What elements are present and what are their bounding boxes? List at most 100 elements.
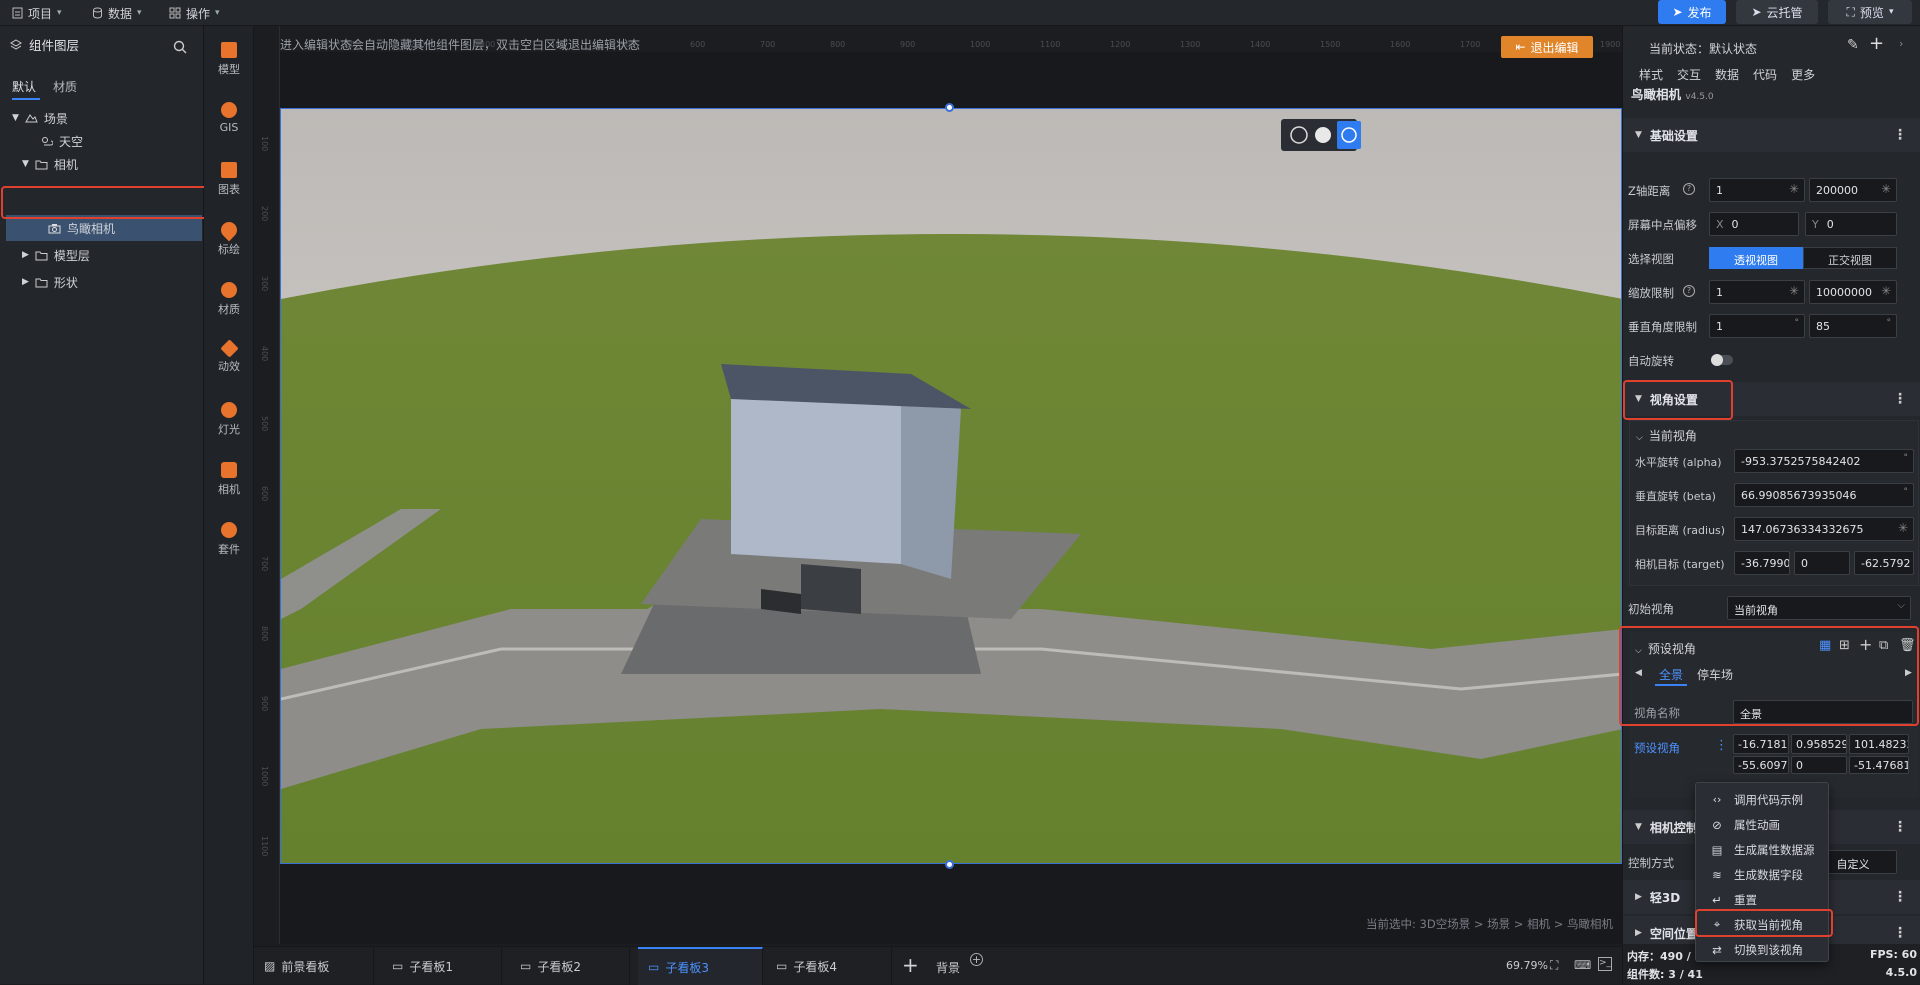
tab-subboard-4[interactable]: ▭ 子看板4: [766, 947, 892, 985]
preset-input-3[interactable]: -55.6097: [1733, 756, 1789, 774]
beta-input[interactable]: 66.99085673935046 °: [1734, 483, 1914, 507]
tool-gis[interactable]: GIS: [204, 102, 254, 134]
tree-item-shape[interactable]: ▶ 形状: [22, 269, 78, 295]
tool-effect[interactable]: 动效: [204, 339, 254, 374]
tree-item-birdseye-camera[interactable]: 鸟瞰相机: [48, 215, 115, 241]
tool-camera[interactable]: 相机: [204, 462, 254, 497]
tab-more[interactable]: 更多: [1791, 66, 1815, 83]
target-z-input[interactable]: -62.5792: [1854, 551, 1914, 575]
vangle-max-input[interactable]: 85 °: [1809, 314, 1897, 338]
menu-item-gen-datasource[interactable]: ▤ 生成属性数据源: [1696, 837, 1830, 862]
z-min-input[interactable]: 1 ✳: [1709, 178, 1805, 202]
tab-style[interactable]: 样式: [1639, 66, 1663, 83]
alpha-input[interactable]: -953.3752575842402 °: [1734, 449, 1914, 473]
help-icon[interactable]: ?: [1683, 183, 1695, 195]
publish-button[interactable]: ➤ 发布: [1658, 0, 1726, 24]
tab-data[interactable]: 数据: [1715, 66, 1739, 83]
solid-sphere-icon[interactable]: [1315, 127, 1331, 143]
preset-view-header[interactable]: ⌵ 预设视角: [1635, 640, 1696, 657]
add-board-button[interactable]: +: [902, 953, 919, 977]
preset-input-2[interactable]: 101.48233: [1849, 734, 1909, 754]
more-icon[interactable]: ⋮: [1893, 925, 1907, 941]
background-tab[interactable]: 背景: [936, 959, 960, 976]
menu-item-attr-animation[interactable]: ⊘ 属性动画: [1696, 812, 1830, 837]
tool-light[interactable]: 灯光: [204, 402, 254, 437]
initial-view-select[interactable]: 当前视角 ⌵: [1727, 596, 1911, 620]
preset-input-1[interactable]: 0.958529: [1791, 734, 1847, 754]
menu-operate[interactable]: 操作 ▾: [169, 0, 220, 26]
menu-project[interactable]: 项目 ▾: [12, 0, 62, 26]
scroll-left-icon[interactable]: ◀: [1635, 668, 1642, 678]
tool-kit[interactable]: 套件: [204, 522, 254, 557]
cloud-button[interactable]: ➤ 云托管: [1736, 0, 1818, 24]
tab-interaction[interactable]: 交互: [1677, 66, 1701, 83]
menu-item-gen-field[interactable]: ≋ 生成数据字段: [1696, 862, 1830, 887]
tab-foreground-board[interactable]: ▨ 前景看板: [254, 947, 374, 985]
preset-input-4[interactable]: 0: [1791, 756, 1847, 774]
more-icon[interactable]: ⋮: [1893, 889, 1907, 905]
add-icon[interactable]: +: [1869, 33, 1884, 54]
tool-chart[interactable]: 图表: [204, 162, 254, 197]
tree-item-camera-folder[interactable]: ▼ 相机: [22, 151, 78, 177]
chevron-right-icon[interactable]: ›: [1899, 37, 1903, 50]
help-icon[interactable]: ?: [1683, 285, 1695, 297]
section-basic[interactable]: ▼ 基础设置 ⋮: [1623, 118, 1920, 152]
zoom-min-input[interactable]: 1 ✳: [1709, 280, 1805, 304]
orbit-button[interactable]: [1337, 121, 1361, 149]
add-circle-icon[interactable]: +: [970, 953, 983, 966]
preset-tab-panorama[interactable]: 全景: [1655, 666, 1687, 686]
menu-item-switch-view[interactable]: ⇄ 切换到该视角: [1696, 937, 1830, 962]
menu-data[interactable]: 数据 ▾: [92, 0, 142, 26]
grid-layout-icon[interactable]: ⊞: [1839, 638, 1850, 653]
tab-subboard-3[interactable]: ▭ 子看板3: [638, 947, 763, 985]
tab-subboard-1[interactable]: ▭ 子看板1: [382, 947, 502, 985]
more-icon[interactable]: ⋮: [1893, 391, 1907, 407]
tab-subboard-2[interactable]: ▭ 子看板2: [510, 947, 630, 985]
preset-input-5[interactable]: -51.47681: [1849, 756, 1909, 774]
tool-plot[interactable]: 标绘: [204, 218, 254, 257]
auto-rotate-toggle[interactable]: [1711, 354, 1733, 366]
offset-x-input[interactable]: X0: [1709, 212, 1799, 236]
tool-model[interactable]: 模型: [204, 42, 254, 77]
target-y-input[interactable]: 0: [1794, 551, 1850, 575]
resize-handle-bottom[interactable]: [945, 860, 954, 869]
preset-tab-parking[interactable]: 停车场: [1697, 666, 1733, 683]
keyboard-icon[interactable]: ⌨: [1574, 958, 1591, 972]
copy-icon[interactable]: ⧉: [1879, 638, 1888, 653]
tab-material[interactable]: 材质: [53, 78, 77, 95]
tab-default[interactable]: 默认: [12, 78, 40, 100]
scene-viewport[interactable]: [280, 108, 1622, 864]
fit-screen-icon[interactable]: ⛶: [1550, 958, 1558, 973]
view-name-input[interactable]: 全景: [1733, 700, 1913, 724]
more-icon[interactable]: ⋮: [1893, 127, 1907, 143]
section-view[interactable]: ▼ 视角设置 ⋮: [1623, 382, 1920, 416]
menu-item-code-sample[interactable]: ‹› 调用代码示例: [1696, 787, 1830, 812]
menu-item-get-current-view[interactable]: ⌖ 获取当前视角: [1696, 912, 1830, 937]
tab-code[interactable]: 代码: [1753, 66, 1777, 83]
offset-y-input[interactable]: Y0: [1805, 212, 1897, 236]
radius-input[interactable]: 147.06736334332675 ✳: [1734, 517, 1914, 541]
menu-item-reset[interactable]: ↵ 重置: [1696, 887, 1830, 912]
more-icon[interactable]: ⋮: [1893, 819, 1907, 835]
terminal-icon[interactable]: >_: [1598, 957, 1612, 971]
preset-input-0[interactable]: -16.71814: [1733, 734, 1789, 754]
perspective-view-button[interactable]: 透视视图: [1709, 247, 1803, 269]
current-view-header[interactable]: ⌵ 当前视角: [1636, 427, 1697, 444]
layout-icon[interactable]: ▦: [1819, 638, 1831, 653]
scroll-right-icon[interactable]: ▶: [1905, 668, 1912, 678]
kebab-menu-icon[interactable]: ⋮: [1715, 738, 1728, 753]
vangle-min-input[interactable]: 1 °: [1709, 314, 1805, 338]
ortho-view-button[interactable]: 正交视图: [1803, 247, 1897, 269]
zoom-max-input[interactable]: 10000000 ✳: [1809, 280, 1897, 304]
target-x-input[interactable]: -36.7990: [1734, 551, 1790, 575]
add-icon[interactable]: +: [1859, 635, 1872, 654]
exit-edit-button[interactable]: ⇤ 退出编辑: [1501, 36, 1593, 58]
tool-material[interactable]: 材质: [204, 282, 254, 317]
preview-button[interactable]: ⛶ 预览 ▾: [1828, 0, 1912, 24]
resize-handle-top[interactable]: [945, 103, 954, 112]
edit-icon[interactable]: ✎: [1847, 37, 1859, 53]
z-max-input[interactable]: 200000 ✳: [1809, 178, 1897, 202]
delete-icon[interactable]: 🗑: [1899, 638, 1916, 653]
search-icon[interactable]: [173, 40, 187, 54]
tree-item-model-layer[interactable]: ▶ 模型层: [22, 242, 90, 268]
